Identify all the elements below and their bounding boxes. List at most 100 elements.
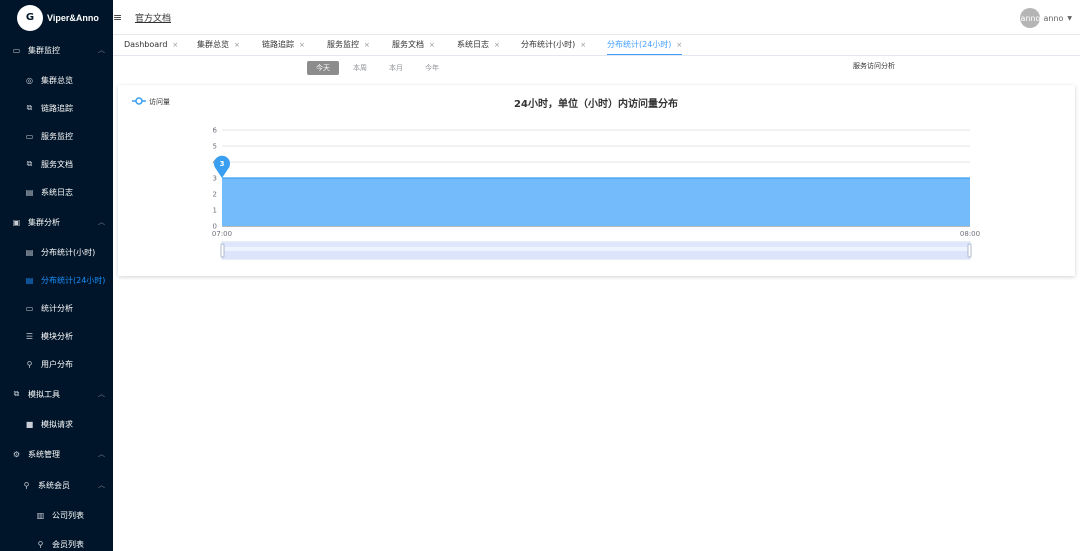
zoom-handle-left[interactable]	[220, 243, 225, 258]
logo[interactable]: G Viper&Anno	[0, 0, 113, 35]
user-menu[interactable]: anno anno ▼	[1020, 8, 1072, 28]
sidebar-item-sim-request[interactable]: ■ 模拟请求	[0, 410, 113, 438]
zoom-handle-right[interactable]	[967, 243, 972, 258]
top-header: ≡ 官方文档 anno anno ▼	[113, 0, 1080, 35]
close-icon[interactable]: ×	[234, 41, 240, 49]
sidebar-item-user-dist[interactable]: ⚲ 用户分布	[0, 350, 113, 378]
tab-service-monitor[interactable]: 服务监控 ×	[327, 35, 370, 55]
sidebar-item-trace[interactable]: ⧉ 链路追踪	[0, 94, 113, 122]
user-icon: ⚲	[26, 359, 33, 369]
sliders-icon: ☰	[25, 331, 34, 341]
app-root: G Viper&Anno ▭ 集群监控 ︿ ◎ 集群总览 ⧉ 链路追踪 ▭ 服务监控 …	[0, 0, 1080, 551]
sidebar-item-service-docs[interactable]: ⧉ 服务文档	[0, 150, 113, 178]
close-icon[interactable]: ×	[172, 41, 178, 49]
close-icon[interactable]: ×	[580, 41, 586, 49]
max-marker-label: 3	[220, 160, 225, 168]
tool-icon: ⧉	[13, 389, 20, 398]
close-icon[interactable]: ×	[429, 41, 435, 49]
period-today[interactable]: 今天	[307, 61, 339, 75]
sidebar-item-service-monitor[interactable]: ▭ 服务监控	[0, 122, 113, 150]
chart-icon: ▤	[25, 247, 34, 257]
username: anno	[1043, 13, 1064, 23]
sidebar-item-cluster-overview[interactable]: ◎ 集群总览	[0, 66, 113, 94]
sidebar-item-dist-hour[interactable]: ▤ 分布统计(小时)	[0, 238, 113, 266]
y-tick-label: 5	[213, 143, 217, 151]
document-icon: ⧉	[26, 159, 33, 168]
zoom-slider-top	[222, 242, 970, 247]
y-tick-label: 2	[213, 191, 217, 199]
tab-trace[interactable]: 链路追踪 ×	[262, 35, 305, 55]
close-icon[interactable]: ×	[364, 41, 370, 49]
hamburger-icon[interactable]: ≡	[113, 11, 123, 24]
tab-label: 服务监控	[327, 40, 359, 49]
chevron-up-icon: ︿	[98, 390, 105, 398]
app-title: Viper&Anno	[47, 12, 99, 23]
tab-dist-24h[interactable]: 分布统计(24小时) ×	[607, 35, 683, 55]
tab-label: 链路追踪	[262, 40, 294, 49]
period-year[interactable]: 今年	[416, 61, 448, 75]
cluster-icon: ◎	[26, 75, 33, 85]
sidebar-item-system-log[interactable]: ▤ 系统日志	[0, 178, 113, 206]
area-fill	[222, 178, 970, 226]
tab-dashboard[interactable]: Dashboard ×	[124, 35, 178, 55]
request-icon: ■	[25, 419, 34, 429]
menu-group-label: 模拟工具	[28, 389, 60, 399]
gear-icon: ⚙	[12, 449, 21, 459]
sidebar-item-label: 系统日志	[41, 187, 73, 197]
caret-down-icon: ▼	[1067, 14, 1072, 22]
docs-link[interactable]: 官方文档	[135, 11, 171, 24]
avatar: anno	[1020, 8, 1041, 28]
tab-service-docs[interactable]: 服务文档 ×	[392, 35, 435, 55]
menu-group-label: 系统会员	[38, 480, 70, 490]
sidebar-item-module[interactable]: ☰ 模块分析	[0, 322, 113, 350]
close-icon[interactable]: ×	[494, 41, 500, 49]
menu-group-system-member[interactable]: ⚲ 系统会员 ︿	[0, 471, 113, 499]
sidebar-item-label: 链路追踪	[41, 103, 73, 113]
analysis-title: 服务访问分析	[853, 62, 895, 70]
tab-system-log[interactable]: 系统日志 ×	[457, 35, 500, 55]
building-icon: ▥	[36, 510, 45, 520]
y-tick-label: 1	[213, 207, 217, 215]
sidebar-item-label: 模拟请求	[41, 419, 73, 429]
chart-icon: ▤	[25, 275, 34, 285]
period-month[interactable]: 本月	[380, 61, 412, 75]
tab-label: 分布统计(小时)	[521, 40, 576, 49]
monitor-icon: ▭	[25, 303, 34, 313]
menu-group-cluster-monitor[interactable]: ▭ 集群监控 ︿	[0, 36, 113, 64]
x-tick-label: 07:00	[212, 230, 232, 238]
menu-group-label: 集群监控	[28, 45, 60, 55]
menu-group-cluster-analysis[interactable]: ▣ 集群分析 ︿	[0, 208, 113, 236]
menu-group-sim-tools[interactable]: ⧉ 模拟工具 ︿	[0, 380, 113, 408]
user-icon: ⚲	[23, 480, 30, 490]
chevron-up-icon: ︿	[98, 481, 105, 489]
legend-label: 访问量	[149, 97, 170, 106]
sidebar-item-label: 模块分析	[41, 331, 73, 341]
menu-group-system-admin[interactable]: ⚙ 系统管理 ︿	[0, 440, 113, 468]
log-icon: ▤	[25, 187, 34, 197]
tab-bar: Dashboard × 集群总览 × 链路追踪 × 服务监控 × 服务文档 × 系统日志 ×…	[113, 35, 1080, 56]
logo-icon: G	[17, 4, 43, 31]
tab-cluster-overview[interactable]: 集群总览 ×	[197, 35, 240, 55]
sidebar-item-member-list[interactable]: ⚲ 会员列表	[0, 530, 113, 551]
close-icon[interactable]: ×	[299, 41, 305, 49]
sidebar-item-company-list[interactable]: ▥ 公司列表	[0, 501, 113, 529]
period-week[interactable]: 本周	[344, 61, 376, 75]
tab-label: 分布统计(24小时)	[607, 40, 672, 49]
close-icon[interactable]: ×	[676, 41, 682, 49]
chart-svg: 24小时，单位（小时）内访问量分布访问量012345607:0008:003	[132, 97, 980, 260]
sidebar-item-dist-24h[interactable]: ▤ 分布统计(24小时)	[0, 266, 113, 294]
tab-label: 服务文档	[392, 40, 424, 49]
box-icon: ▣	[12, 217, 21, 227]
link-icon: ⧉	[26, 103, 33, 112]
chart-title: 24小时，单位（小时）内访问量分布	[514, 97, 678, 110]
sidebar-item-label: 会员列表	[52, 539, 84, 549]
tab-label: 集群总览	[197, 40, 229, 49]
sidebar-item-label: 服务监控	[41, 131, 73, 141]
y-tick-label: 6	[213, 127, 218, 135]
sidebar-item-stats[interactable]: ▭ 统计分析	[0, 294, 113, 322]
sidebar-item-label: 统计分析	[41, 303, 73, 313]
tab-label: 系统日志	[457, 40, 489, 49]
tab-dist-hour[interactable]: 分布统计(小时) ×	[521, 35, 586, 55]
monitor-icon: ▭	[25, 131, 34, 141]
monitor-icon: ▭	[12, 45, 21, 55]
